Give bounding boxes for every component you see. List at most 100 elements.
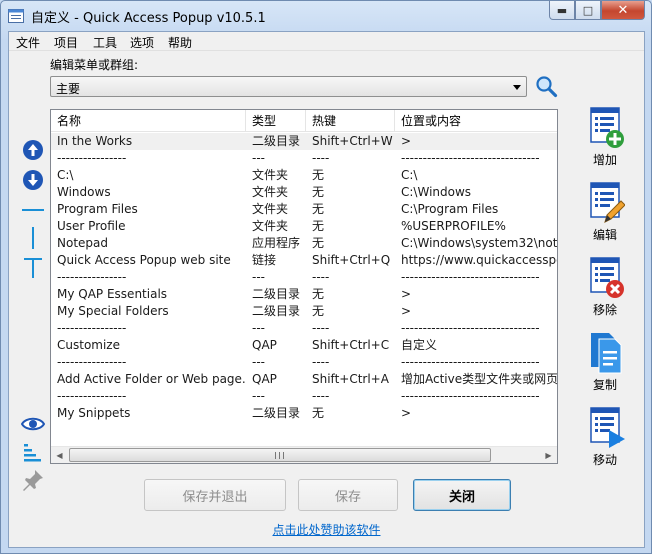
- scroll-right-icon[interactable]: ▶: [540, 447, 557, 463]
- save-button[interactable]: 保存: [298, 479, 398, 511]
- table-row[interactable]: User Profile 文件夹 无 %USERPROFILE%: [51, 218, 557, 235]
- cell-name: Customize: [57, 338, 120, 352]
- scrollbar-thumb[interactable]: [69, 448, 491, 462]
- search-icon[interactable]: [534, 74, 558, 98]
- title-bar[interactable]: 自定义 - Quick Access Popup v10.5.1 ▬ □ ✕: [1, 1, 651, 31]
- cell-hotkey: Shift+Ctrl+Q: [312, 253, 391, 267]
- cell-type: 应用程序: [252, 236, 301, 250]
- cell-name: Program Files: [57, 202, 138, 216]
- main-window: 自定义 - Quick Access Popup v10.5.1 ▬ □ ✕ 文…: [0, 0, 652, 554]
- cell-location: >: [401, 287, 412, 301]
- cell-type: ---: [252, 270, 265, 284]
- menu-file[interactable]: 文件: [16, 34, 40, 51]
- column-header-name[interactable]: 名称: [51, 110, 246, 132]
- maximize-button[interactable]: □: [575, 1, 601, 20]
- menu-group-select[interactable]: 主要: [50, 76, 527, 97]
- cell-name: ----------------: [57, 321, 127, 335]
- cell-hotkey: 无: [312, 202, 325, 216]
- menu-help[interactable]: 帮助: [168, 34, 192, 51]
- table-row[interactable]: Customize QAP Shift+Ctrl+C 自定义: [51, 337, 557, 354]
- cell-type: 二级目录: [252, 304, 301, 318]
- column-header-type[interactable]: 类型: [246, 110, 306, 132]
- cell-location: --------------------------------: [401, 355, 540, 369]
- table-row[interactable]: ---------------- --- ---- -----------------…: [51, 269, 557, 286]
- favorites-list[interactable]: 名称 类型 热键 位置或内容 In the Works 二级目录 Shift+Ctr…: [50, 109, 558, 464]
- cell-location: C:\Windows\system32\notepad.exe: [401, 236, 557, 250]
- cell-type: ---: [252, 151, 265, 165]
- chevron-down-icon: [513, 85, 521, 90]
- menu-options[interactable]: 选项: [130, 34, 154, 51]
- minimize-button[interactable]: ▬: [549, 1, 575, 20]
- eye-icon[interactable]: [21, 412, 45, 436]
- table-row[interactable]: Program Files 文件夹 无 C:\Program Files: [51, 201, 557, 218]
- table-row[interactable]: My Snippets 二级目录无 >: [51, 405, 557, 422]
- table-row[interactable]: ---------------- --- ---- -----------------…: [51, 320, 557, 337]
- scroll-left-icon[interactable]: ◀: [51, 447, 68, 463]
- cell-type: 二级目录: [252, 406, 301, 420]
- menu-tools[interactable]: 工具: [93, 34, 117, 51]
- move-label: 移动: [592, 453, 617, 467]
- window-title: 自定义 - Quick Access Popup v10.5.1: [31, 11, 266, 26]
- table-row[interactable]: ---------------- --- ---- -----------------…: [51, 354, 557, 371]
- cell-name: ----------------: [57, 151, 127, 165]
- column-header-hotkey[interactable]: 热键: [306, 110, 395, 132]
- client-area: 文件 项目 工具 选项 帮助 编辑菜单或群组: 主要 名称 类型 热键 位置或内…: [8, 31, 645, 548]
- edit-button[interactable]: 编辑: [575, 181, 635, 243]
- remove-button[interactable]: 移除: [575, 256, 635, 318]
- cell-location: 自定义: [401, 338, 438, 352]
- cell-name: My QAP Essentials: [57, 287, 168, 301]
- table-row[interactable]: Add Active Folder or Web page... QAP Shift…: [51, 371, 557, 388]
- cell-hotkey: ----: [312, 321, 330, 335]
- support-link[interactable]: 点击此处赞助该软件: [9, 521, 644, 538]
- cell-location: >: [401, 304, 412, 318]
- copy-icon: [591, 333, 622, 374]
- table-row[interactable]: Notepad 应用程序无 C:\Windows\system32\notepad.…: [51, 235, 557, 252]
- close-window-button[interactable]: ✕: [601, 1, 645, 20]
- sort-icon[interactable]: [21, 440, 45, 464]
- cell-location: %USERPROFILE%: [401, 219, 506, 233]
- add-separator-icon[interactable]: [21, 198, 45, 222]
- group-label: 编辑菜单或群组:: [50, 58, 139, 72]
- table-row[interactable]: In the Works 二级目录 Shift+Ctrl+W >: [51, 133, 557, 150]
- move-button[interactable]: 移动: [575, 406, 635, 468]
- cell-name: Windows: [57, 185, 111, 199]
- cell-hotkey: 无: [312, 185, 325, 199]
- edit-icon: [590, 182, 625, 223]
- table-row[interactable]: Quick Access Popup web site 链接 Shift+Ctrl+…: [51, 252, 557, 269]
- cell-name: ----------------: [57, 355, 127, 369]
- add-column-break-icon[interactable]: [21, 226, 45, 250]
- add-button[interactable]: 增加: [575, 106, 635, 168]
- cell-type: 文件夹: [252, 219, 289, 233]
- cell-location: 增加Active类型文件夹或网页: [401, 372, 557, 386]
- cell-type: 链接: [252, 253, 277, 267]
- cell-name: ----------------: [57, 389, 127, 403]
- cell-hotkey: 无: [312, 406, 325, 420]
- cell-hotkey: Shift+Ctrl+C: [312, 338, 390, 352]
- add-text-separator-icon[interactable]: [21, 255, 45, 279]
- pin-icon[interactable]: [21, 468, 45, 492]
- table-row[interactable]: C:\ 文件夹 无 C:\: [51, 167, 557, 184]
- table-row[interactable]: My QAP Essentials 二级目录无 >: [51, 286, 557, 303]
- cell-name: Notepad: [57, 236, 108, 250]
- cell-location: --------------------------------: [401, 270, 540, 284]
- cell-hotkey: ----: [312, 355, 330, 369]
- table-row[interactable]: My Special Folders 二级目录无 >: [51, 303, 557, 320]
- cell-hotkey: ----: [312, 389, 330, 403]
- move-up-icon[interactable]: [21, 138, 45, 162]
- table-row[interactable]: ---------------- --- ---- -----------------…: [51, 388, 557, 405]
- cell-location: --------------------------------: [401, 321, 540, 335]
- horizontal-scrollbar[interactable]: ◀ ▶: [51, 446, 557, 463]
- save-and-exit-button[interactable]: 保存并退出: [144, 479, 286, 511]
- close-button[interactable]: 关闭: [413, 479, 511, 511]
- menu-item[interactable]: 项目: [54, 34, 78, 51]
- table-row[interactable]: Windows 文件夹 无 C:\Windows: [51, 184, 557, 201]
- cell-type: 文件夹: [252, 168, 289, 182]
- column-header-location[interactable]: 位置或内容: [395, 110, 557, 132]
- cell-location: >: [401, 406, 412, 420]
- move-icon: [590, 407, 625, 448]
- table-row[interactable]: ---------------- --- ---- -----------------…: [51, 150, 557, 167]
- copy-button[interactable]: 复制: [575, 331, 635, 393]
- move-down-icon[interactable]: [21, 168, 45, 192]
- cell-hotkey: Shift+Ctrl+W: [312, 134, 393, 148]
- cell-name: My Special Folders: [57, 304, 169, 318]
